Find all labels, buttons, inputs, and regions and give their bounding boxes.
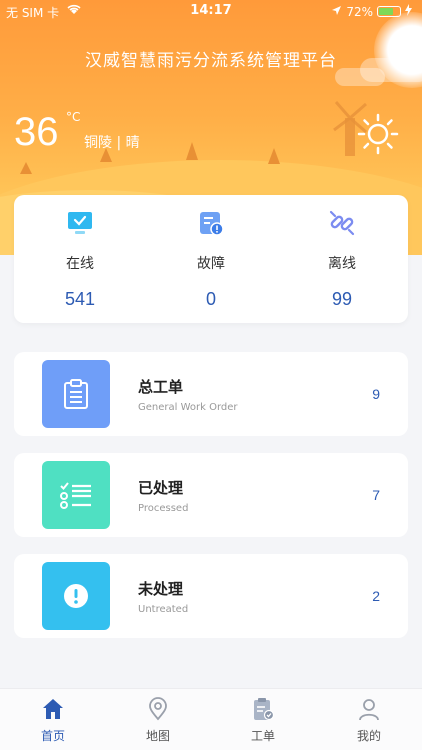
battery-icon xyxy=(377,6,401,17)
fault-icon xyxy=(197,209,225,237)
order-icon xyxy=(251,697,275,721)
home-icon xyxy=(41,697,65,721)
work-order-card-total[interactable]: 总工单 General Work Order 9 xyxy=(14,352,408,436)
stat-value: 541 xyxy=(64,289,96,309)
checklist-icon xyxy=(42,461,110,529)
weather-location: 铜陵 | 晴 xyxy=(84,135,140,151)
work-order-subtitle: General Work Order xyxy=(138,402,238,413)
tab-label: 首页 xyxy=(40,729,65,743)
temperature-unit: °C xyxy=(66,110,81,124)
tab-map[interactable]: 地图 xyxy=(118,697,198,744)
stat-fault[interactable]: 故障 0 xyxy=(151,209,271,310)
bottom-tab-bar: 首页 地图 工单 我的 xyxy=(0,688,422,750)
stat-label: 故障 xyxy=(197,256,225,272)
clipboard-icon xyxy=(42,360,110,428)
user-icon xyxy=(357,697,381,721)
sun-icon xyxy=(356,112,400,156)
temperature-value: 36 xyxy=(14,110,59,154)
tab-home[interactable]: 首页 xyxy=(13,697,93,744)
location-arrow-icon xyxy=(331,5,342,19)
stat-online[interactable]: 在线 541 xyxy=(20,209,140,310)
work-order-title: 总工单 xyxy=(138,378,184,396)
page-title: 汉威智慧雨污分流系统管理平台 xyxy=(85,51,337,71)
tab-label: 工单 xyxy=(250,729,275,743)
stat-label: 离线 xyxy=(328,256,356,272)
tree-decoration xyxy=(268,148,280,164)
stat-offline[interactable]: 离线 99 xyxy=(282,209,402,310)
work-order-card-processed[interactable]: 已处理 Processed 7 xyxy=(14,453,408,537)
work-order-title: 未处理 xyxy=(138,580,184,598)
stat-value: 0 xyxy=(205,289,216,309)
tab-label: 我的 xyxy=(356,729,381,743)
stat-label: 在线 xyxy=(66,256,94,272)
offline-icon xyxy=(328,209,356,237)
device-status-card: 在线 541 故障 0 离线 99 xyxy=(14,195,408,323)
tab-label: 地图 xyxy=(145,729,170,743)
work-order-subtitle: Processed xyxy=(138,503,189,514)
stat-value: 99 xyxy=(331,289,353,309)
work-order-title: 已处理 xyxy=(138,479,184,497)
tree-decoration xyxy=(20,162,32,174)
tree-decoration xyxy=(186,142,198,160)
map-pin-icon xyxy=(146,697,170,721)
work-order-count: 2 xyxy=(372,588,380,604)
monitor-icon xyxy=(66,209,94,237)
tab-profile[interactable]: 我的 xyxy=(329,697,409,744)
charging-icon xyxy=(405,4,412,19)
battery-percent: 72% xyxy=(346,4,373,19)
work-order-count: 9 xyxy=(372,386,380,402)
work-order-count: 7 xyxy=(372,487,380,503)
alert-icon xyxy=(42,562,110,630)
work-order-subtitle: Untreated xyxy=(138,604,189,615)
status-bar: 无 SIM 卡 14:17 72% xyxy=(0,0,422,22)
work-order-card-untreated[interactable]: 未处理 Untreated 2 xyxy=(14,554,408,638)
tab-work-order[interactable]: 工单 xyxy=(223,697,303,744)
